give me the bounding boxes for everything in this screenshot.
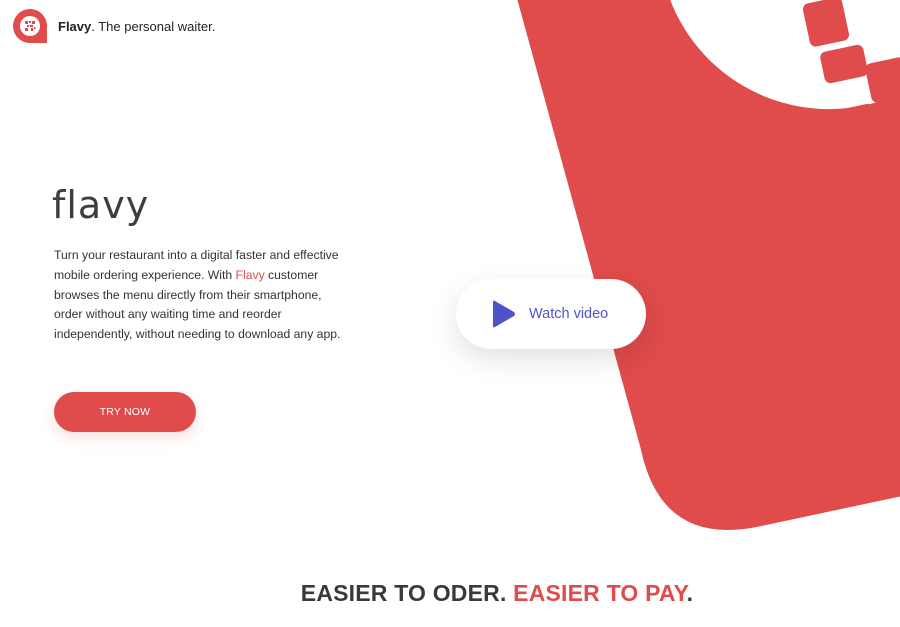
tagline-wrapper: EASIER TO ODER. EASIER TO PAY. <box>0 0 900 627</box>
heading-part-pay: EASIER TO PAY <box>513 580 687 606</box>
section-heading: EASIER TO ODER. EASIER TO PAY. <box>0 580 900 607</box>
heading-part-order: EASIER TO ODER. <box>300 580 514 606</box>
heading-period: . <box>686 580 694 606</box>
